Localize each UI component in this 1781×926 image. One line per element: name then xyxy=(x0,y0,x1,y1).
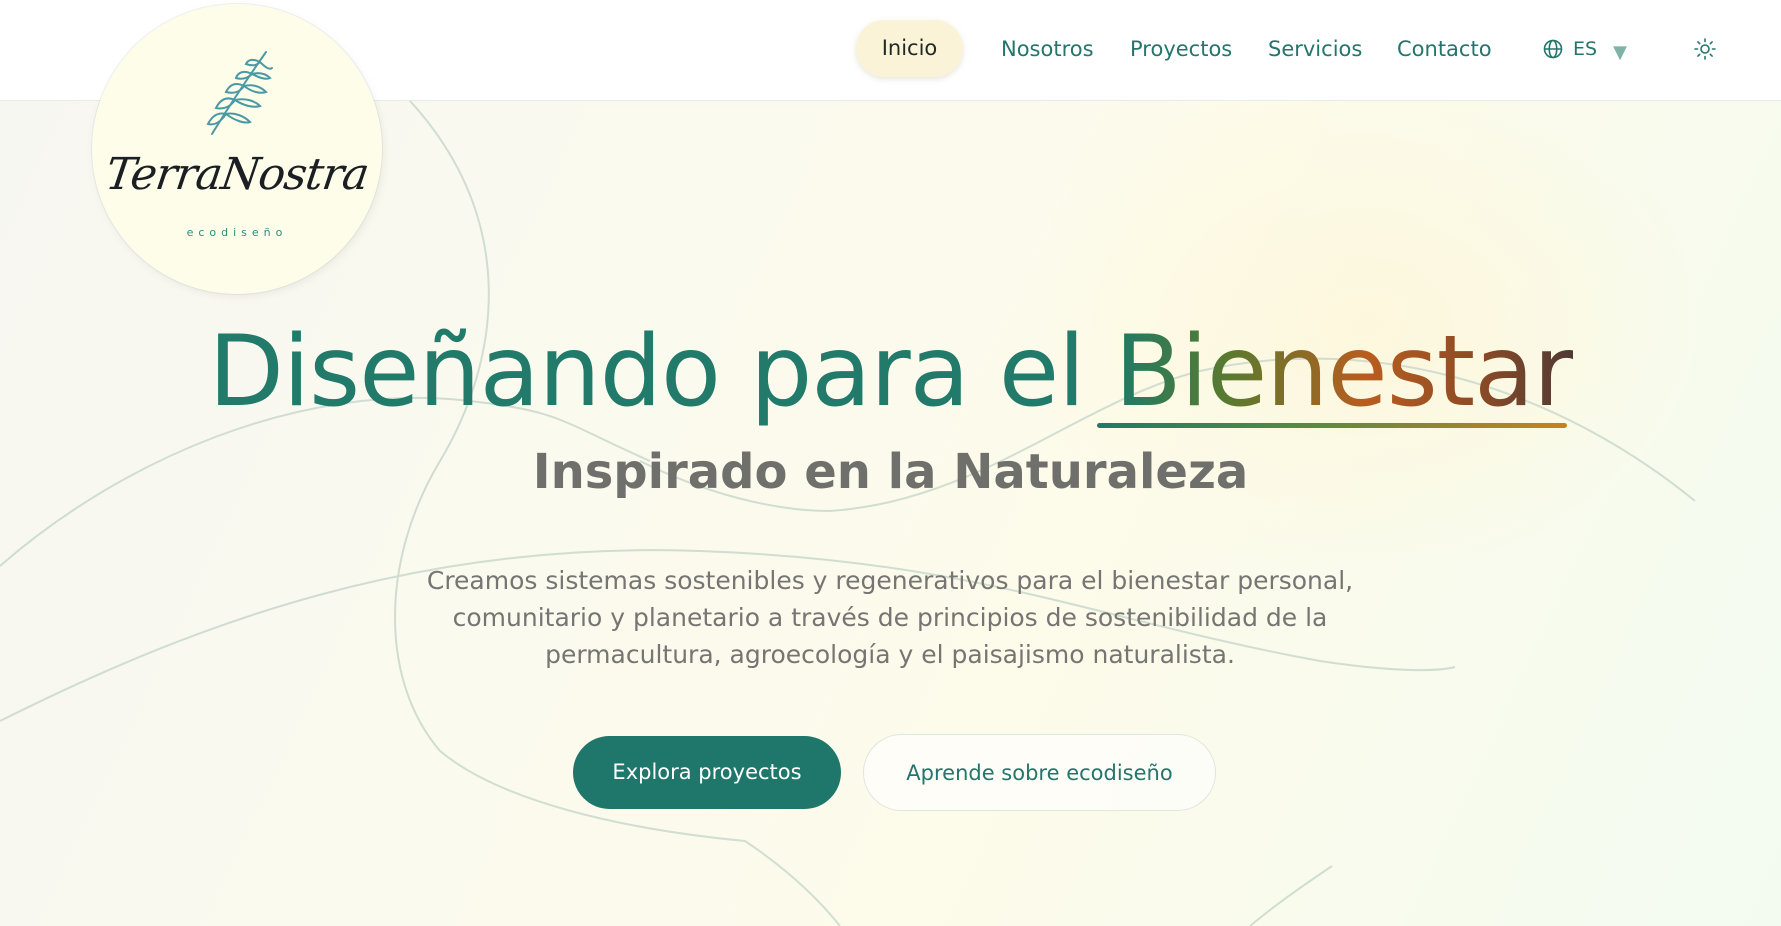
language-selector[interactable]: ES ▼ xyxy=(1543,34,1627,64)
explore-projects-button[interactable]: Explora proyectos xyxy=(573,736,841,809)
brand-tagline: ecodiseño xyxy=(186,226,288,239)
hero-subheadline: Inspirado en la Naturaleza xyxy=(532,444,1249,500)
nav-item-proyectos[interactable]: Proyectos xyxy=(1130,34,1232,64)
hero-headline-highlight: Bienestar xyxy=(1115,312,1574,432)
nav-item-nosotros[interactable]: Nosotros xyxy=(1001,34,1094,64)
brand-logo[interactable]: TerraNostra ecodiseño xyxy=(92,4,382,294)
hero-headline-part1: Diseñando para el xyxy=(208,315,1085,429)
hero-headline: Diseñando para el Bienestar xyxy=(0,312,1781,432)
hero-description-line: permacultura, agroecología y el paisajis… xyxy=(545,640,1235,669)
nav-item-servicios[interactable]: Servicios xyxy=(1268,34,1362,64)
headline-underline xyxy=(1097,423,1567,428)
nav-item-inicio[interactable]: Inicio xyxy=(856,20,963,77)
hero-description: Creamos sistemas sostenibles y regenerat… xyxy=(390,562,1390,673)
theme-toggle-button[interactable] xyxy=(1692,36,1718,62)
leaf-icon xyxy=(206,51,273,135)
sun-icon xyxy=(1694,38,1716,60)
globe-icon xyxy=(1543,39,1563,59)
learn-ecodesign-button[interactable]: Aprende sobre ecodiseño xyxy=(863,734,1216,811)
chevron-down-icon: ▼ xyxy=(1613,41,1627,63)
nav-item-contacto[interactable]: Contacto xyxy=(1397,34,1492,64)
brand-name: TerraNostra xyxy=(102,149,372,200)
language-code: ES xyxy=(1573,38,1598,60)
hero-description-line: comunitario y planetario a través de pri… xyxy=(452,603,1328,632)
hero-description-line: Creamos sistemas sostenibles y regenerat… xyxy=(426,566,1354,595)
